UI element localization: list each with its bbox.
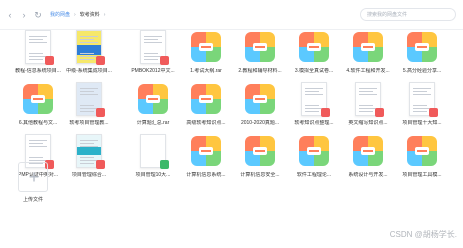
file-item[interactable]: 高级软考知识点... — [178, 82, 234, 136]
file-item[interactable]: PMBOK2012中文... — [125, 30, 181, 84]
document-thumbnail-icon — [76, 30, 105, 65]
file-item[interactable]: 软件工程理论... — [286, 134, 342, 188]
document-thumbnail-icon — [76, 134, 105, 169]
file-item[interactable]: 3.模拟全真试卷... — [286, 30, 342, 84]
document-thumbnail-icon — [25, 30, 54, 65]
file-type-badge-icon — [160, 56, 169, 65]
file-name: 计算题汇总.rar — [136, 120, 170, 126]
file-type-badge-icon — [45, 56, 54, 65]
file-type-badge-icon — [96, 108, 105, 117]
file-item[interactable]: 6.其他教程与文... — [10, 82, 66, 136]
file-type-badge-icon — [321, 108, 330, 117]
archive-file-icon — [353, 136, 383, 166]
archive-file-icon — [191, 136, 221, 166]
file-name: 3.模拟全真试卷... — [294, 68, 334, 74]
file-name: 项目管理十大知... — [402, 120, 442, 126]
archive-file-icon — [138, 84, 168, 114]
plus-icon: + — [28, 167, 40, 187]
search-box[interactable] — [360, 8, 456, 21]
file-type-badge-icon — [429, 108, 438, 117]
file-name: 2.教程和辅导材料... — [238, 68, 282, 74]
file-item[interactable]: 2.教程和辅导材料... — [232, 30, 288, 84]
file-item[interactable]: 软考知识点整理... — [286, 82, 342, 136]
file-name: 项目管理工具模... — [402, 172, 442, 178]
toolbar: ‹ › ↻ 我的网盘 › 软考资料 › — [0, 0, 463, 30]
file-name: 中级-系统集成项目... — [66, 68, 112, 74]
file-item[interactable]: 计算机信息安全... — [232, 134, 288, 188]
file-name: 教程-信息系统项目... — [15, 68, 61, 74]
document-thumbnail-icon — [76, 82, 105, 117]
archive-file-icon — [407, 32, 437, 62]
file-name: 计算机信息系统... — [186, 172, 226, 178]
archive-file-icon — [299, 32, 329, 62]
chevron-left-icon[interactable]: ‹ — [6, 10, 14, 20]
refresh-icon[interactable]: ↻ — [34, 10, 42, 20]
file-name: 软考知识点整理... — [294, 120, 334, 126]
archive-file-icon — [245, 136, 275, 166]
archive-file-icon — [191, 84, 221, 114]
file-name: 软考项目管理教... — [69, 120, 109, 126]
archive-file-icon — [245, 84, 275, 114]
file-item[interactable]: 4.软件工程和开发... — [340, 30, 396, 84]
breadcrumb-separator: › — [103, 12, 106, 18]
breadcrumb-item-root[interactable]: 我的网盘 — [50, 12, 70, 18]
breadcrumb-item-current[interactable]: 软考资料 — [80, 12, 100, 18]
file-item[interactable]: 项目管理十大知... — [394, 82, 450, 136]
file-item[interactable]: 项目管理10大... — [125, 134, 181, 188]
file-name: 4.软件工程和开发... — [346, 68, 390, 74]
file-item[interactable]: 5.高分经验分享... — [394, 30, 450, 84]
archive-file-icon — [353, 32, 383, 62]
file-name: 高级软考知识点... — [186, 120, 226, 126]
file-type-badge-icon — [96, 56, 105, 65]
document-thumbnail-icon — [140, 30, 169, 65]
file-name: PMBOK2012中文... — [131, 68, 175, 74]
file-name: 项目管理综合... — [71, 172, 107, 178]
upload-label: 上传文件 — [22, 197, 43, 203]
file-item[interactable]: 教程-信息系统项目... — [10, 30, 66, 84]
file-item[interactable]: 1.考试大纲.rar — [178, 30, 234, 84]
archive-file-icon — [299, 136, 329, 166]
document-thumbnail-icon — [140, 134, 169, 169]
document-thumbnail-icon — [301, 82, 330, 117]
archive-file-icon — [191, 32, 221, 62]
file-item[interactable]: 项目管理工具模... — [394, 134, 450, 188]
file-name: 1.考试大纲.rar — [190, 68, 222, 74]
file-type-badge-icon — [96, 160, 105, 169]
file-grid: 教程-信息系统项目... 中级-系统集成项目... PMBOK2012中文... 1.… — [0, 30, 463, 248]
file-name: 6.其他教程与文... — [18, 120, 58, 126]
file-item[interactable]: 计算题汇总.rar — [125, 82, 181, 136]
search-input[interactable] — [367, 10, 451, 20]
upload-button[interactable]: + — [18, 162, 48, 192]
chevron-right-icon[interactable]: › — [20, 10, 28, 20]
watermark: CSDN @胡杨学长. — [389, 230, 457, 239]
breadcrumb-separator: › — [74, 12, 76, 18]
file-name: 系统设计与开发... — [348, 172, 388, 178]
file-item[interactable]: 软考项目管理教... — [61, 82, 117, 136]
file-item[interactable]: 计算机信息系统... — [178, 134, 234, 188]
file-item[interactable]: 系统设计与开发... — [340, 134, 396, 188]
file-name: 英文缩写知识点... — [348, 120, 388, 126]
file-name: 2010-2020真题... — [240, 120, 280, 126]
file-item[interactable]: 英文缩写知识点... — [340, 82, 396, 136]
file-name: 软件工程理论... — [296, 172, 332, 178]
breadcrumb: 我的网盘 › 软考资料 › — [50, 10, 109, 20]
file-name: 计算机信息安全... — [240, 172, 280, 178]
file-item[interactable]: 项目管理综合... — [61, 134, 117, 188]
file-item[interactable]: 中级-系统集成项目... — [61, 30, 117, 84]
archive-file-icon — [407, 136, 437, 166]
file-name: 项目管理10大... — [135, 172, 171, 178]
archive-file-icon — [245, 32, 275, 62]
file-item[interactable]: 2010-2020真题... — [232, 82, 288, 136]
document-thumbnail-icon — [409, 82, 438, 117]
archive-file-icon — [23, 84, 53, 114]
document-thumbnail-icon — [355, 82, 384, 117]
file-name: 5.高分经验分享... — [402, 68, 442, 74]
file-type-badge-icon — [160, 160, 169, 169]
file-type-badge-icon — [375, 108, 384, 117]
